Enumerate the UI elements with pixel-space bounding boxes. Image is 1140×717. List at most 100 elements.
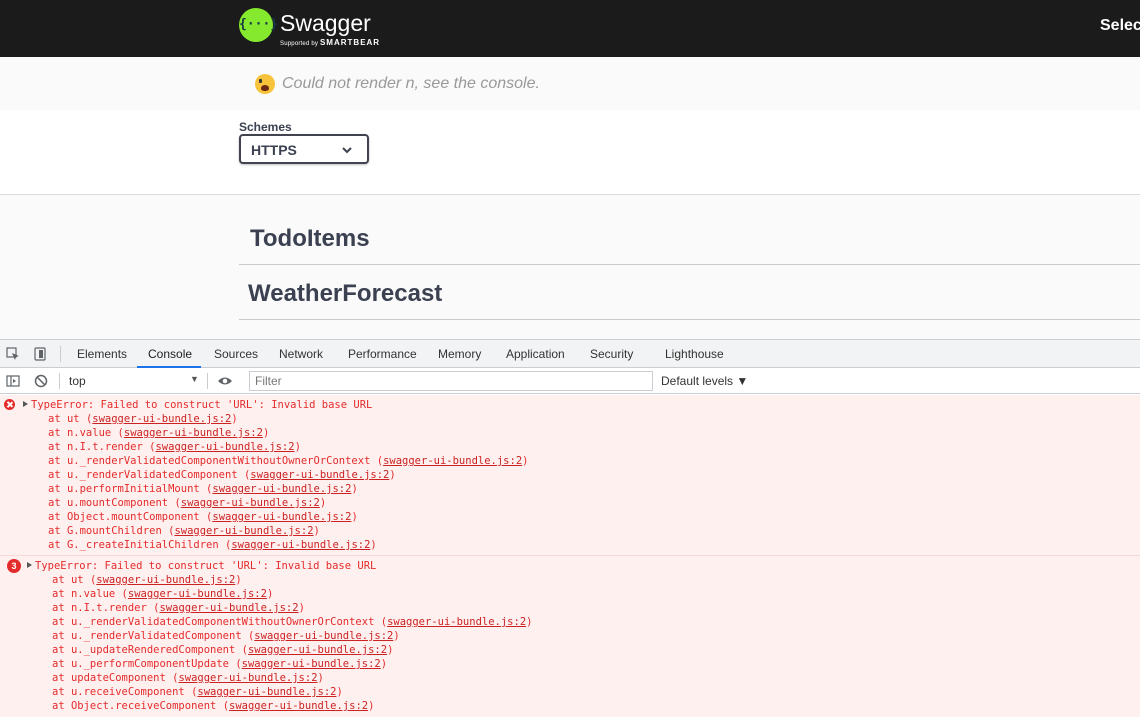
stack-frame: at G.mountChildren (swagger-ui-bundle.js… [48,524,320,538]
stack-frame: at u._renderValidatedComponent (swagger-… [48,468,396,482]
stack-frame: at G._createInitialChildren (swagger-ui-… [48,538,377,552]
schemes-select[interactable]: HTTPS [239,134,369,164]
expand-triangle-icon[interactable] [27,562,32,568]
live-expression-eye-icon[interactable] [217,374,232,388]
stack-frame-function: at n.I.t.render [48,441,150,453]
stack-frame-function: at u._renderValidatedComponentWithoutOwn… [48,455,377,467]
stack-frame: at n.I.t.render (swagger-ui-bundle.js:2) [52,601,305,615]
paren: ) [351,511,358,523]
source-link[interactable]: swagger-ui-bundle.js:2 [96,574,235,586]
tag-section-todoitems[interactable]: TodoItems [239,210,1140,265]
source-link[interactable]: swagger-ui-bundle.js:2 [250,469,389,481]
source-link[interactable]: swagger-ui-bundle.js:2 [178,672,317,684]
source-link[interactable]: swagger-ui-bundle.js:2 [128,588,267,600]
swagger-logo-icon[interactable]: {···} [239,8,278,42]
paren: ) [387,644,394,656]
source-link[interactable]: swagger-ui-bundle.js:2 [159,602,298,614]
source-link[interactable]: swagger-ui-bundle.js:2 [383,455,522,467]
console-output: TypeError: Failed to construct 'URL': In… [0,395,1140,717]
tab-network[interactable]: Network [279,347,323,361]
device-toolbar-icon[interactable] [33,347,47,361]
chevron-down-icon [341,142,352,154]
paren: ) [351,483,358,495]
stack-frame: at u._renderValidatedComponentWithoutOwn… [48,454,528,468]
source-link[interactable]: swagger-ui-bundle.js:2 [181,497,320,509]
stack-frame-function: at G.mountChildren [48,525,169,537]
paren: ) [389,469,396,481]
source-link[interactable]: swagger-ui-bundle.js:2 [124,427,263,439]
stack-frame-function: at Object.receiveComponent [52,700,223,712]
stack-frame: at u.receiveComponent (swagger-ui-bundle… [52,685,343,699]
paren: ) [368,700,375,712]
tab-elements[interactable]: Elements [77,347,127,361]
context-select-label[interactable]: top [69,374,86,388]
paren: ) [370,539,377,551]
tab-lighthouse[interactable]: Lighthouse [665,347,724,361]
stack-frame: at u.mountComponent (swagger-ui-bundle.j… [48,496,326,510]
schemes-selected-value: HTTPS [251,142,297,158]
stack-frame: at u._performComponentUpdate (swagger-ui… [52,657,387,671]
context-dropdown-icon[interactable]: ▼ [190,374,199,384]
tab-performance[interactable]: Performance [348,347,417,361]
error-count-badge: 3 [7,559,21,573]
error-header: TypeError: Failed to construct 'URL': In… [35,560,377,572]
console-filter[interactable] [249,371,653,391]
show-sidebar-icon[interactable] [6,374,20,388]
source-link[interactable]: swagger-ui-bundle.js:2 [231,539,370,551]
stack-frame: at ut (swagger-ui-bundle.js:2) [52,573,242,587]
tab-application[interactable]: Application [506,347,565,361]
console-error-message[interactable]: TypeError: Failed to construct 'URL': In… [0,395,1140,555]
stack-frame: at Object.receiveComponent (swagger-ui-b… [52,699,374,713]
stack-frame-function: at u.performInitialMount [48,483,207,495]
source-link[interactable]: swagger-ui-bundle.js:2 [387,616,526,628]
paren: ) [298,602,305,614]
error-header: TypeError: Failed to construct 'URL': In… [31,399,373,411]
brand-name[interactable]: Swagger [280,10,371,37]
inspect-element-icon[interactable] [6,347,20,361]
expand-triangle-icon[interactable] [23,401,28,407]
stack-frame: at u._updateRenderedComponent (swagger-u… [52,643,393,657]
source-link[interactable]: swagger-ui-bundle.js:2 [92,413,231,425]
paren: ) [294,441,301,453]
render-error-banner [0,57,1140,110]
stack-frame: at ut (swagger-ui-bundle.js:2) [48,412,238,426]
stack-frame: at updateComponent (swagger-ui-bundle.js… [52,671,324,685]
source-link[interactable]: swagger-ui-bundle.js:2 [212,483,351,495]
source-link[interactable]: swagger-ui-bundle.js:2 [197,686,336,698]
source-link[interactable]: swagger-ui-bundle.js:2 [254,630,393,642]
paren: ) [319,497,327,509]
source-link[interactable]: swagger-ui-bundle.js:2 [248,644,387,656]
render-error-message: Could not render n, see the console. [282,75,540,92]
tag-section-weatherforecast[interactable]: WeatherForecast [239,265,1140,320]
definition-select-label: Selec [1100,17,1140,34]
stack-frame: at u._renderValidatedComponentWithoutOwn… [52,615,532,629]
error-icon [4,399,15,410]
brand-sub-name: SMARTBEAR [319,38,381,47]
schemes-label: Schemes [239,120,292,134]
toolbar-divider [59,373,60,389]
toolbar-divider [207,373,208,389]
source-link[interactable]: swagger-ui-bundle.js:2 [229,700,368,712]
stack-frame-function: at updateComponent [52,672,173,684]
stack-frame-function: at u._renderValidatedComponent [48,469,244,481]
stack-frame-function: at ut [48,413,86,425]
clear-console-icon[interactable] [34,374,48,388]
source-link[interactable]: swagger-ui-bundle.js:2 [212,511,351,523]
tag-title: WeatherForecast [248,280,443,307]
source-link[interactable]: swagger-ui-bundle.js:2 [155,441,294,453]
stack-frame-function: at u.mountComponent [48,497,175,509]
log-levels-dropdown[interactable]: Default levels ▼ [661,374,748,388]
stack-frame-function: at u._performComponentUpdate [52,658,236,670]
console-error-message[interactable]: 3 TypeError: Failed to construct 'URL': I… [0,555,1140,717]
tab-sources[interactable]: Sources [214,347,258,361]
tab-console[interactable]: Console [148,347,192,361]
source-link[interactable]: swagger-ui-bundle.js:2 [242,658,381,670]
tab-security[interactable]: Security [590,347,633,361]
paren: ) [266,588,274,600]
stack-frame-function: at n.I.t.render [52,602,154,614]
tabbar-divider [60,346,61,362]
filter-input[interactable] [250,372,652,390]
stack-frame-function: at n.value [48,427,118,439]
tab-memory[interactable]: Memory [438,347,481,361]
source-link[interactable]: swagger-ui-bundle.js:2 [174,525,313,537]
